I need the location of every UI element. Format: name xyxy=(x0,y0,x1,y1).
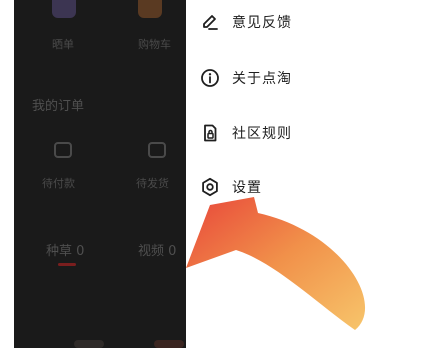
tab-video: 视频 0 xyxy=(138,244,177,259)
rules-document-icon xyxy=(200,123,220,143)
menu-item-label: 社区规则 xyxy=(232,126,292,142)
info-icon xyxy=(200,68,220,88)
my-orders-title: 我的订单 xyxy=(32,99,85,114)
menu-item-settings[interactable]: 设置 xyxy=(200,174,262,200)
menu-item-label: 设置 xyxy=(232,180,262,196)
active-tab-indicator xyxy=(58,263,76,266)
app-frame: 晒单 购物车 我的订单 待付款 待发货 种草 0 视频 0 意见反馈 关于点淘 … xyxy=(14,0,385,348)
pending-payment-label: 待付款 xyxy=(42,177,75,190)
share-order-icon xyxy=(52,0,76,18)
pending-shipment-icon xyxy=(148,142,166,158)
pending-payment-icon xyxy=(54,142,72,158)
tab-seeding: 种草 0 xyxy=(46,244,85,259)
cart-label: 购物车 xyxy=(138,38,171,51)
cart-icon xyxy=(138,0,162,18)
pencil-icon xyxy=(200,12,220,32)
menu-item-about[interactable]: 关于点淘 xyxy=(200,65,292,91)
dimmed-app-background: 晒单 购物车 我的订单 待付款 待发货 种草 0 视频 0 xyxy=(14,0,186,348)
menu-item-community-rules[interactable]: 社区规则 xyxy=(200,120,292,146)
gear-icon xyxy=(200,177,220,197)
pending-shipment-label: 待发货 xyxy=(136,177,169,190)
menu-item-label: 关于点淘 xyxy=(232,71,292,87)
bottom-thumbnail xyxy=(154,340,184,348)
share-order-label: 晒单 xyxy=(52,38,74,51)
bottom-thumbnail xyxy=(74,340,104,348)
menu-item-feedback[interactable]: 意见反馈 xyxy=(200,9,292,35)
menu-item-label: 意见反馈 xyxy=(232,15,292,31)
side-drawer-menu: 意见反馈 关于点淘 社区规则 设置 xyxy=(186,0,385,348)
